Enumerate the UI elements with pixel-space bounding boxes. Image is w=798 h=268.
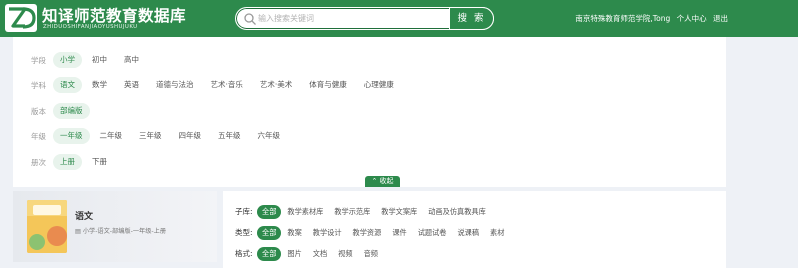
- resource-option[interactable]: 音频: [364, 248, 378, 260]
- resource-row-format: 格式: 全部 图片 文档 视频 音频: [235, 246, 389, 261]
- book-icon: ▤: [75, 228, 81, 235]
- resource-row-type: 类型: 全部 教案 教学设计 教学资源 课件 试题试卷 说课稿 素材: [235, 225, 515, 240]
- resource-option[interactable]: 全部: [257, 204, 282, 219]
- filter-option[interactable]: 二年级: [93, 128, 130, 144]
- filter-row-subject: 学科 语文 数学 英语 道德与法治 艺术·音乐 艺术·美术 体育与健康 心理健康: [31, 77, 404, 93]
- collapse-button[interactable]: ⌃ 收起: [365, 176, 400, 187]
- resource-option[interactable]: 文档: [313, 248, 327, 260]
- filter-option[interactable]: 语文: [53, 77, 82, 93]
- book-path-text: 小学-语文-部编版-一年级-上册: [82, 228, 167, 235]
- resource-row-library: 子库: 全部 教学素材库 教学示范库 教学文案库 动画及仿真教具库: [235, 204, 497, 219]
- filter-option[interactable]: 四年级: [172, 128, 209, 144]
- filter-option[interactable]: 六年级: [251, 128, 288, 144]
- book-title: 语文: [75, 212, 94, 222]
- filter-label: 年级: [31, 131, 46, 141]
- search-button[interactable]: 搜 索: [449, 7, 494, 30]
- filter-option-middle[interactable]: 初中: [85, 52, 114, 68]
- resource-filter-panel: 子库: 全部 教学素材库 教学示范库 教学文案库 动画及仿真教具库 类型: 全部…: [223, 191, 726, 268]
- filter-option[interactable]: 体育与健康: [302, 77, 354, 93]
- resource-option[interactable]: 说课稿: [457, 227, 479, 239]
- filter-option-primary[interactable]: 小学: [53, 52, 82, 68]
- resource-option[interactable]: 试题试卷: [418, 227, 447, 239]
- search-bar: 搜 索: [235, 7, 494, 30]
- resource-option[interactable]: 全部: [257, 246, 282, 261]
- filter-option-high[interactable]: 高中: [117, 52, 146, 68]
- filter-row-edition: 版本 部编版: [31, 103, 93, 119]
- filter-option[interactable]: 道德与法治: [149, 77, 201, 93]
- resource-option[interactable]: 图片: [287, 248, 301, 260]
- filter-panel: 学段 小学 初中 高中 学科 语文 数学 英语 道德与法治 艺术·音乐 艺术·美…: [13, 37, 726, 187]
- resource-option[interactable]: 教案: [287, 227, 301, 239]
- filter-label: 学段: [31, 55, 46, 65]
- resource-option[interactable]: 课件: [392, 227, 406, 239]
- filter-option[interactable]: 上册: [53, 154, 82, 170]
- filter-option[interactable]: 部编版: [53, 103, 90, 119]
- filter-option[interactable]: 三年级: [132, 128, 169, 144]
- filter-option[interactable]: 艺术·美术: [253, 77, 299, 93]
- filter-option[interactable]: 数学: [85, 77, 114, 93]
- filter-option[interactable]: 一年级: [53, 128, 90, 144]
- filter-label: 学科: [31, 80, 46, 90]
- filter-label: 版本: [31, 106, 46, 116]
- book-cover-image[interactable]: [27, 200, 67, 253]
- site-subtitle: ZHIDUOSHIFANJIAOYUSHUJUKU: [43, 24, 138, 30]
- chevron-up-icon: ⌃: [371, 177, 378, 185]
- resource-label: 格式:: [235, 249, 253, 258]
- collapse-label: 收起: [379, 177, 394, 185]
- resource-option[interactable]: 教学素材库: [287, 206, 323, 218]
- logout-link[interactable]: 退出: [713, 14, 728, 23]
- filter-option[interactable]: 英语: [117, 77, 146, 93]
- resource-option[interactable]: 视频: [338, 248, 352, 260]
- user-area: 南京特殊教育师范学院,Tong 个人中心 退出: [575, 13, 728, 24]
- search-icon: [244, 13, 256, 25]
- filter-option[interactable]: 下册: [85, 154, 114, 170]
- resource-option[interactable]: 教学示范库: [334, 206, 370, 218]
- resource-option[interactable]: 教学资源: [353, 227, 382, 239]
- user-name[interactable]: 南京特殊教育师范学院,Tong: [575, 14, 670, 23]
- logo-icon[interactable]: [5, 4, 37, 32]
- filter-row-volume: 册次 上册 下册: [31, 154, 117, 170]
- filter-row-stage: 学段 小学 初中 高中: [31, 52, 149, 68]
- filter-label: 册次: [31, 157, 46, 167]
- personal-center-link[interactable]: 个人中心: [677, 14, 707, 23]
- resource-option[interactable]: 素材: [490, 227, 504, 239]
- filter-option[interactable]: 艺术·音乐: [204, 77, 250, 93]
- search-input[interactable]: [258, 10, 448, 27]
- resource-label: 类型:: [235, 228, 253, 237]
- resource-option[interactable]: 教学文案库: [381, 206, 417, 218]
- filter-option[interactable]: 五年级: [211, 128, 248, 144]
- book-path: ▤ 小学-语文-部编版-一年级-上册: [75, 226, 166, 235]
- site-title[interactable]: 知译师范教育数据库: [42, 4, 186, 26]
- filter-row-grade: 年级 一年级 二年级 三年级 四年级 五年级 六年级: [31, 128, 290, 144]
- resource-option[interactable]: 动画及仿真教具库: [428, 206, 486, 218]
- resource-label: 子库:: [235, 207, 253, 216]
- book-card: 语文 ▤ 小学-语文-部编版-一年级-上册: [13, 191, 217, 262]
- top-header: 知译师范教育数据库 ZHIDUOSHIFANJIAOYUSHUJUKU 搜 索 …: [0, 0, 798, 37]
- resource-option[interactable]: 教学设计: [313, 227, 342, 239]
- filter-option[interactable]: 心理健康: [357, 77, 401, 93]
- resource-option[interactable]: 全部: [257, 225, 282, 240]
